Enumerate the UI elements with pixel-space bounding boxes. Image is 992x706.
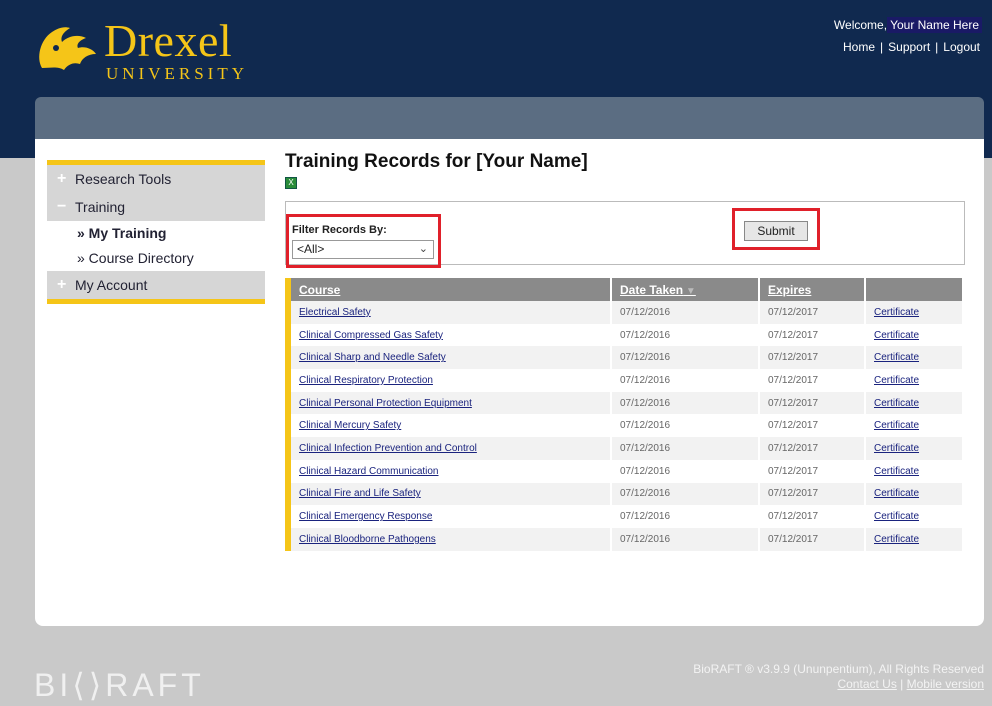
welcome-text: Welcome, Your Name Here <box>834 17 982 33</box>
table-row: Clinical Fire and Life Safety 07/12/2016 0… <box>285 482 964 506</box>
course-link[interactable]: Clinical Mercury Safety <box>299 420 401 431</box>
logo-wordmark: Drexel <box>104 15 233 66</box>
date-taken-cell: 07/12/2016 <box>611 414 760 438</box>
page-title: Training Records for [Your Name] <box>285 151 588 172</box>
expires-cell: 07/12/2017 <box>759 369 866 392</box>
course-link[interactable]: Electrical Safety <box>299 307 371 318</box>
plus-icon: + <box>57 170 67 187</box>
certificate-link[interactable]: Certificate <box>874 330 919 341</box>
certificate-link[interactable]: Certificate <box>874 466 919 477</box>
date-taken-cell: 07/12/2016 <box>611 323 760 347</box>
course-link[interactable]: Clinical Respiratory Protection <box>299 375 433 386</box>
certificate-link[interactable]: Certificate <box>874 443 919 454</box>
table-row: Clinical Hazard Communication 07/12/2016 0… <box>285 459 964 483</box>
sidebar-item-my-account[interactable]: + My Account <box>47 271 265 299</box>
sidebar-item-my-training[interactable]: » My Training <box>47 221 265 246</box>
footer-info: BioRAFT ® v3.9.9 (Ununpentium), All Righ… <box>693 662 984 691</box>
sort-down-icon: ▼ <box>683 285 696 297</box>
home-link[interactable]: Home <box>843 40 875 54</box>
certificate-link[interactable]: Certificate <box>874 420 919 431</box>
expires-cell: 07/12/2017 <box>759 459 866 483</box>
date-taken-cell: 07/12/2016 <box>611 437 760 460</box>
certificate-link[interactable]: Certificate <box>874 398 919 409</box>
expires-cell: 07/12/2017 <box>759 301 866 324</box>
expires-cell: 07/12/2017 <box>759 414 866 438</box>
expires-cell: 07/12/2017 <box>759 482 866 506</box>
certificate-link[interactable]: Certificate <box>874 488 919 499</box>
date-taken-column-header[interactable]: Date Taken ▼ <box>611 278 760 301</box>
expires-cell: 07/12/2017 <box>759 437 866 460</box>
copyright-text: BioRAFT ® v3.9.9 (Ununpentium), All Righ… <box>693 662 984 676</box>
filter-highlight-box <box>286 214 441 268</box>
certificate-link[interactable]: Certificate <box>874 534 919 545</box>
date-taken-cell: 07/12/2016 <box>611 369 760 392</box>
certificate-link[interactable]: Certificate <box>874 352 919 363</box>
sidebar-item-research-tools[interactable]: + Research Tools <box>47 165 265 193</box>
expires-cell: 07/12/2017 <box>759 527 866 551</box>
date-taken-cell: 07/12/2016 <box>611 301 760 324</box>
table-row: Clinical Sharp and Needle Safety 07/12/20… <box>285 346 964 370</box>
minus-icon: − <box>57 198 67 215</box>
course-link[interactable]: Clinical Hazard Communication <box>299 466 439 477</box>
content-area: Training Records for [Your Name] X Filte… <box>285 151 965 551</box>
expires-cell: 07/12/2017 <box>759 346 866 370</box>
table-row: Clinical Personal Protection Equipment 07… <box>285 391 964 415</box>
training-records-table: Course Date Taken ▼ Expires Electrical S… <box>285 278 964 551</box>
course-link[interactable]: Clinical Fire and Life Safety <box>299 488 421 499</box>
course-column-header[interactable]: Course <box>291 278 612 301</box>
contact-us-link[interactable]: Contact Us <box>837 677 896 691</box>
logo-subtitle: UNIVERSITY <box>106 64 248 83</box>
table-row: Electrical Safety 07/12/2016 07/12/2017 Cer… <box>285 301 964 324</box>
sidebar-item-training[interactable]: − Training <box>47 193 265 221</box>
table-row: Clinical Infection Prevention and Contro… <box>285 437 964 460</box>
date-taken-cell: 07/12/2016 <box>611 505 760 528</box>
certificate-link[interactable]: Certificate <box>874 375 919 386</box>
table-row: Clinical Bloodborne Pathogens 07/12/2016 0… <box>285 527 964 551</box>
top-links: Home | Support | Logout <box>843 40 980 54</box>
support-link[interactable]: Support <box>888 40 930 54</box>
table-row: Clinical Compressed Gas Safety 07/12/2016… <box>285 323 964 347</box>
sidebar-item-course-directory[interactable]: » Course Directory <box>47 246 265 271</box>
course-link[interactable]: Clinical Compressed Gas Safety <box>299 330 443 341</box>
excel-export-icon[interactable]: X <box>285 177 297 189</box>
submit-highlight-box <box>732 208 820 250</box>
table-row: Clinical Respiratory Protection 07/12/201… <box>285 369 964 392</box>
filter-panel: Filter Records By: <All> ⌄ Submit <box>285 201 965 268</box>
date-taken-cell: 07/12/2016 <box>611 482 760 506</box>
table-row: Clinical Emergency Response 07/12/2016 07/… <box>285 505 964 528</box>
table-header-row: Course Date Taken ▼ Expires <box>285 278 964 301</box>
action-column-header <box>865 278 964 301</box>
date-taken-cell: 07/12/2016 <box>611 459 760 483</box>
sidebar: + Research Tools − Training » My Trainin… <box>47 160 265 304</box>
nav-bar <box>35 97 984 139</box>
main-panel: + Research Tools − Training » My Trainin… <box>35 139 984 626</box>
certificate-link[interactable]: Certificate <box>874 307 919 318</box>
mobile-version-link[interactable]: Mobile version <box>907 677 984 691</box>
date-taken-cell: 07/12/2016 <box>611 346 760 370</box>
drexel-logo[interactable]: Drexel UNIVERSITY <box>34 15 274 83</box>
course-link[interactable]: Clinical Infection Prevention and Contro… <box>299 443 477 454</box>
plus-icon: + <box>57 276 67 293</box>
expires-column-header[interactable]: Expires <box>759 278 866 301</box>
table-row: Clinical Mercury Safety 07/12/2016 07/12/2… <box>285 414 964 438</box>
course-link[interactable]: Clinical Sharp and Needle Safety <box>299 352 446 363</box>
logout-link[interactable]: Logout <box>943 40 980 54</box>
bioraft-logo: BI⟨⟩RAFT <box>34 667 205 703</box>
certificate-link[interactable]: Certificate <box>874 511 919 522</box>
date-taken-cell: 07/12/2016 <box>611 391 760 415</box>
expires-cell: 07/12/2017 <box>759 323 866 347</box>
course-link[interactable]: Clinical Personal Protection Equipment <box>299 398 472 409</box>
expires-cell: 07/12/2017 <box>759 505 866 528</box>
expires-cell: 07/12/2017 <box>759 391 866 415</box>
user-name: Your Name Here <box>887 17 982 33</box>
course-link[interactable]: Clinical Bloodborne Pathogens <box>299 534 436 545</box>
course-link[interactable]: Clinical Emergency Response <box>299 511 432 522</box>
date-taken-cell: 07/12/2016 <box>611 527 760 551</box>
dragon-logo-icon <box>39 27 96 70</box>
